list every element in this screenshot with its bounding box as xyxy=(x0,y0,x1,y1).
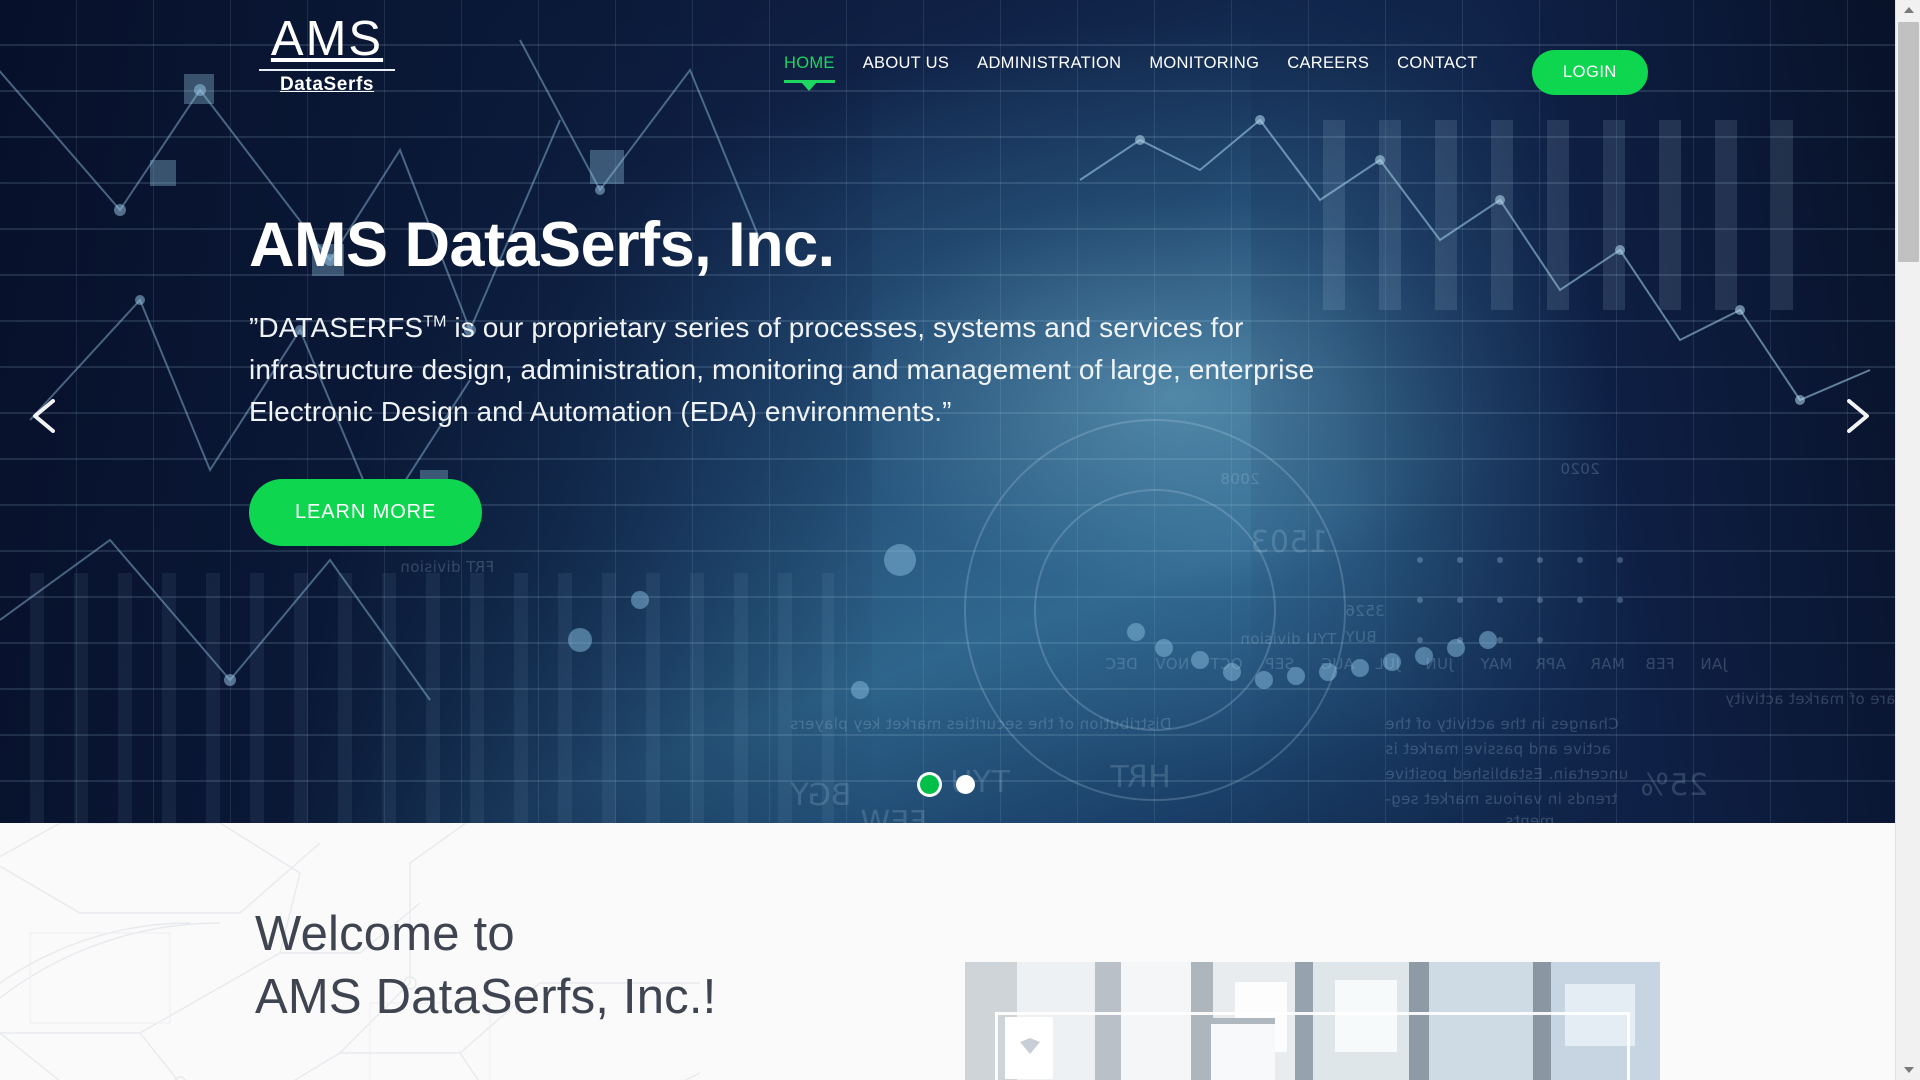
nav-item-administration[interactable]: ADMINISTRATION xyxy=(963,54,1135,73)
chevron-right-icon xyxy=(1847,399,1869,433)
logo-secondary-text: DataSerfs xyxy=(279,74,375,96)
hero-bg-label-3: active and passive market is xyxy=(1385,740,1611,758)
hero-bg-month-oct: OCT xyxy=(1210,655,1243,673)
hero-bg-month-mar: MAR xyxy=(1590,655,1625,673)
page-root: Distribution of the securities market ke… xyxy=(0,0,1920,1080)
carousel-dot-2[interactable] xyxy=(956,775,975,794)
hero-bg-label-14: BUY xyxy=(1345,628,1377,646)
nav-item-home[interactable]: HOME xyxy=(770,54,849,91)
scrollbar-thumb[interactable] xyxy=(1898,22,1919,262)
hero-content: AMS DataSerfs, Inc. ”DATASERFSTM is our … xyxy=(249,210,1379,546)
hero-bg-month-jan: JAN xyxy=(1700,655,1727,673)
browser-scrollbar[interactable] xyxy=(1895,0,1920,1080)
hero-bg-month-aug: AUG xyxy=(1320,655,1355,673)
nav-item-about-us-label: ABOUT US xyxy=(862,54,950,72)
photo-frame-horizontal-line xyxy=(995,1012,1630,1015)
hero-bg-month-feb: FEB xyxy=(1645,655,1675,673)
photo-frame-vertical-line-left xyxy=(995,1012,998,1080)
scrollbar-up-button[interactable] xyxy=(1896,0,1920,20)
site-header: AMS DataSerfs HOME ABOUT US ADMINISTRATI… xyxy=(0,0,1895,140)
nav-item-about-us[interactable]: ABOUT US xyxy=(849,54,963,73)
nav-item-administration-label: ADMINISTRATION xyxy=(977,54,1122,72)
hero-bg-month-nov: NOV xyxy=(1155,655,1190,673)
nav-item-careers[interactable]: CAREERS xyxy=(1273,54,1383,73)
nav-item-careers-label: CAREERS xyxy=(1287,54,1370,72)
hero-bg-label-18: 2020 xyxy=(1560,460,1600,478)
hero-bg-month-dec: DEC xyxy=(1105,655,1138,673)
hero-bg-label-6: ments. xyxy=(1500,812,1555,823)
hero-bg-label-8: TYU division xyxy=(1240,630,1337,648)
hero-bg-label-1: Share of market activity xyxy=(1725,690,1895,708)
office-interior-illustration xyxy=(965,962,1660,1080)
hero-bg-label-0: Distribution of the securities market ke… xyxy=(790,715,1172,733)
trademark-symbol: TM xyxy=(423,313,447,331)
hero-bg-label-2: Changes in the activity of the xyxy=(1385,715,1619,733)
hero-bg-label-7: FRT division xyxy=(400,558,495,576)
logo-divider-rule xyxy=(259,69,395,72)
hero-description: ”DATASERFSTM is our proprietary series o… xyxy=(249,307,1369,433)
caret-down-icon xyxy=(1903,1067,1914,1073)
caret-up-icon xyxy=(1903,7,1914,13)
main-navigation: HOME ABOUT US ADMINISTRATION MONITORING … xyxy=(770,54,1492,91)
office-photo xyxy=(965,962,1660,1080)
hero-bg-month-may: MAY xyxy=(1480,655,1513,673)
site-logo[interactable]: AMS DataSerfs xyxy=(257,12,397,96)
scrollbar-down-button[interactable] xyxy=(1896,1060,1920,1080)
hero-bg-month-apr: APR xyxy=(1535,655,1566,673)
hero-description-quote-open: ”DATASERFS xyxy=(249,311,424,343)
welcome-heading: Welcome to AMS DataSerfs, Inc.! xyxy=(255,907,717,1025)
login-button[interactable]: LOGIN xyxy=(1532,50,1648,95)
carousel-dot-1[interactable] xyxy=(920,775,939,794)
carousel-next-button[interactable] xyxy=(1828,388,1884,444)
hero-bg-label-12: FEW xyxy=(860,805,928,823)
hero-title: AMS DataSerfs, Inc. xyxy=(249,210,835,280)
hero-bg-month-jul: JUL xyxy=(1375,655,1400,673)
hero-bg-label-13: 3526 xyxy=(1345,602,1385,620)
carousel-pagination xyxy=(0,775,1895,794)
nav-item-contact[interactable]: CONTACT xyxy=(1383,54,1492,73)
hero-carousel: Distribution of the securities market ke… xyxy=(0,0,1895,823)
learn-more-button[interactable]: LEARN MORE xyxy=(249,478,483,546)
photo-frame-vertical-line-right xyxy=(1627,1012,1630,1080)
hero-bg-month-sep: SEP xyxy=(1265,655,1295,673)
nav-item-contact-label: CONTACT xyxy=(1397,54,1478,72)
nav-active-caret-icon xyxy=(801,82,818,91)
carousel-prev-button[interactable] xyxy=(18,388,74,444)
nav-item-monitoring[interactable]: MONITORING xyxy=(1135,54,1273,73)
logo-primary-text: AMS xyxy=(270,12,384,66)
nav-item-home-label: HOME xyxy=(784,54,835,72)
nav-item-monitoring-label: MONITORING xyxy=(1149,54,1260,72)
hero-bg-month-jun: JUN xyxy=(1425,655,1453,673)
chevron-left-icon xyxy=(33,399,55,433)
